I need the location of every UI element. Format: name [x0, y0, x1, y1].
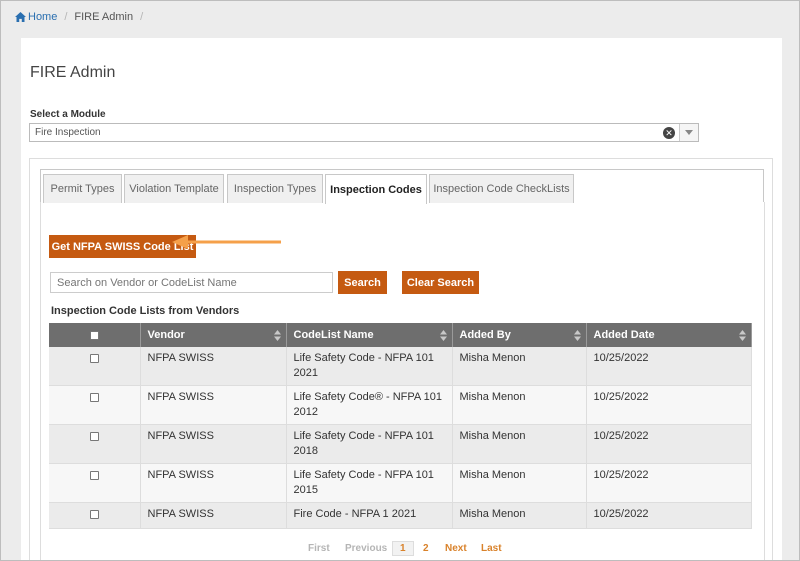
pagination: First Previous 1 2 Next Last	[21, 541, 782, 557]
codelist-name-cell: Fire Code - NFPA 1 2021	[286, 502, 453, 529]
vendor-cell: NFPA SWISS	[140, 347, 287, 386]
column-header-added-by[interactable]: Added By	[452, 323, 587, 347]
added-date-cell: 10/25/2022	[586, 424, 752, 464]
codelist-name-line: 2018	[293, 445, 318, 457]
clear-selection-icon[interactable]: ✕	[663, 126, 675, 139]
codelist-name-cell: Life Safety Code - NFPA 101 2021	[286, 347, 453, 386]
vendor-cell: NFPA SWISS	[140, 424, 287, 464]
added-by-cell: Misha Menon	[452, 463, 587, 503]
tab-inspection-types[interactable]: Inspection Types	[227, 174, 323, 203]
row-checkbox[interactable]	[89, 471, 99, 480]
tab-label: Inspection Code CheckLists	[433, 183, 570, 195]
codelist-name-line: Life Safety Code - NFPA 101	[293, 430, 434, 442]
column-header-vendor[interactable]: Vendor	[140, 323, 287, 347]
page-title: FIRE Admin	[30, 64, 116, 81]
pager-next[interactable]: Next	[445, 543, 467, 554]
added-by-cell: Misha Menon	[452, 347, 587, 386]
home-icon	[15, 12, 26, 22]
row-select-cell	[49, 502, 141, 529]
table-row: NFPA SWISS Life Safety Code - NFPA 101 20…	[49, 424, 752, 464]
breadcrumb: Home / FIRE Admin /	[15, 9, 150, 25]
pointer-arrow-icon	[172, 235, 281, 249]
tab-inspection-code-checklists[interactable]: Inspection Code CheckLists	[429, 174, 574, 203]
row-checkbox[interactable]	[89, 393, 99, 402]
column-header-codelist-name[interactable]: CodeList Name	[286, 323, 453, 347]
added-by-cell: Misha Menon	[452, 502, 587, 529]
table-row: NFPA SWISS Life Safety Code - NFPA 101 20…	[49, 463, 752, 503]
pager-previous[interactable]: Previous	[345, 543, 387, 554]
column-label: Added Date	[593, 329, 655, 341]
codelist-name-line: Life Safety Code® - NFPA 101	[293, 391, 443, 403]
pager-last[interactable]: Last	[481, 543, 502, 554]
column-label: Added By	[459, 329, 511, 341]
row-checkbox[interactable]	[89, 432, 99, 441]
added-by-cell: Misha Menon	[452, 385, 587, 425]
tab-violation-template[interactable]: Violation Template	[124, 174, 224, 203]
module-label: Select a Module	[30, 109, 106, 120]
codelist-name-line: Life Safety Code - NFPA 101	[293, 352, 434, 364]
select-all-checkbox[interactable]	[89, 330, 99, 340]
vendor-cell: NFPA SWISS	[140, 502, 287, 529]
sort-icon	[738, 330, 746, 341]
tab-permit-types[interactable]: Permit Types	[43, 174, 122, 203]
module-select[interactable]: Fire Inspection ✕	[29, 123, 699, 142]
sort-icon	[573, 330, 581, 341]
pager-first[interactable]: First	[308, 543, 330, 554]
table-row: NFPA SWISS Fire Code - NFPA 1 2021 Misha…	[49, 502, 752, 529]
codelist-name-line: Life Safety Code - NFPA 101	[293, 469, 434, 481]
row-select-cell	[49, 385, 141, 425]
dropdown-toggle[interactable]	[679, 124, 698, 141]
tab-inspection-codes[interactable]: Inspection Codes	[325, 174, 427, 204]
codelist-name-cell: Life Safety Code® - NFPA 101 2012	[286, 385, 453, 425]
breadcrumb-home-label: Home	[28, 11, 58, 23]
tab-label: Violation Template	[129, 183, 219, 195]
table-header-row: Vendor CodeList Name Added By Added Date	[49, 323, 752, 347]
vendor-cell: NFPA SWISS	[140, 463, 287, 503]
column-header-added-date[interactable]: Added Date	[586, 323, 752, 347]
chevron-down-icon	[685, 130, 693, 135]
pager-current-page[interactable]: 1	[392, 541, 414, 556]
sort-icon	[273, 330, 281, 341]
column-label: Vendor	[147, 329, 185, 341]
search-input[interactable]	[50, 272, 333, 293]
app-window: Home / FIRE Admin / FIRE Admin Select a …	[0, 0, 800, 561]
table-row: NFPA SWISS Life Safety Code - NFPA 101 20…	[49, 347, 752, 386]
select-all-header	[49, 323, 141, 347]
row-checkbox[interactable]	[89, 354, 99, 363]
codelist-name-line: 2015	[293, 484, 318, 496]
code-list-table: Vendor CodeList Name Added By Added Date…	[49, 323, 752, 529]
breadcrumb-home-link[interactable]: Home	[15, 11, 57, 23]
main-panel: FIRE Admin Select a Module Fire Inspecti…	[21, 38, 782, 560]
clear-search-button[interactable]: Clear Search	[402, 271, 479, 294]
row-select-cell	[49, 463, 141, 503]
added-date-cell: 10/25/2022	[586, 347, 752, 386]
row-select-cell	[49, 347, 141, 386]
tab-bar: Permit Types Violation Template Inspecti…	[40, 169, 764, 204]
added-by-cell: Misha Menon	[452, 424, 587, 464]
list-title: Inspection Code Lists from Vendors	[51, 305, 240, 317]
codelist-name-line: 2012	[293, 406, 318, 418]
tab-label: Inspection Types	[233, 183, 317, 195]
added-date-cell: 10/25/2022	[586, 385, 752, 425]
sort-icon	[439, 330, 447, 341]
codelist-name-line: 2021	[293, 367, 318, 379]
breadcrumb-separator: /	[140, 11, 144, 23]
column-label: CodeList Name	[293, 329, 374, 341]
table-row: NFPA SWISS Life Safety Code® - NFPA 101 2…	[49, 385, 752, 425]
breadcrumb-current: FIRE Admin	[74, 11, 134, 23]
added-date-cell: 10/25/2022	[586, 463, 752, 503]
codelist-name-line: Fire Code - NFPA 1 2021	[293, 508, 417, 520]
breadcrumb-separator: /	[64, 11, 68, 23]
codelist-name-cell: Life Safety Code - NFPA 101 2018	[286, 424, 453, 464]
tab-label: Inspection Codes	[330, 183, 422, 196]
vendor-cell: NFPA SWISS	[140, 385, 287, 425]
codelist-name-cell: Life Safety Code - NFPA 101 2015	[286, 463, 453, 503]
row-checkbox[interactable]	[89, 510, 99, 519]
added-date-cell: 10/25/2022	[586, 502, 752, 529]
module-select-value: Fire Inspection	[35, 127, 101, 138]
row-select-cell	[49, 424, 141, 464]
pager-page-2[interactable]: 2	[423, 543, 429, 554]
tab-label: Permit Types	[50, 183, 115, 195]
search-button[interactable]: Search	[338, 271, 387, 294]
